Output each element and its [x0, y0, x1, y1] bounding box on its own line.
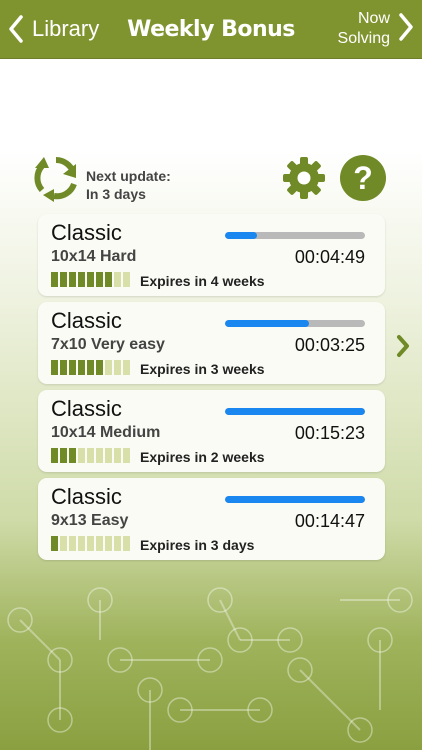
puzzle-size: 10x14 Medium	[51, 424, 161, 441]
expiry-segment	[60, 272, 67, 287]
expiry-segment	[123, 272, 130, 287]
now-solving-button[interactable]: Now Solving	[338, 0, 414, 58]
puzzle-card[interactable]: Classic 10x14 Medium 00:15:23 Expires in…	[38, 390, 385, 472]
puzzle-time: 00:15:23	[294, 423, 365, 443]
back-button[interactable]: Library	[8, 0, 99, 58]
puzzle-card[interactable]: Classic 9x13 Easy 00:14:47 Expires in 3 …	[38, 478, 385, 560]
expiry-segment	[105, 360, 112, 375]
now-solving-label-line1: Now	[357, 10, 390, 27]
progress-fill	[225, 320, 309, 327]
svg-text:?: ?	[353, 160, 373, 196]
expiry-segment	[123, 448, 130, 463]
expiry-segment	[51, 272, 58, 287]
back-button-label: Library	[32, 16, 100, 41]
refresh-icon	[32, 154, 80, 202]
puzzle-name: Classic	[51, 396, 122, 421]
puzzle-time: 00:14:47	[294, 511, 365, 531]
expiry-segment	[96, 360, 103, 375]
expiry-indicator	[51, 536, 132, 551]
expiry-segment	[96, 536, 103, 551]
expiry-segment	[51, 448, 58, 463]
gear-icon[interactable]	[280, 154, 328, 202]
puzzle-list: Classic 10x14 Hard 00:04:49 Expires in 4…	[38, 214, 385, 566]
puzzle-name: Classic	[51, 220, 122, 245]
navigation-bar: Library Weekly Bonus Now Solving	[0, 0, 422, 59]
expiry-segment	[60, 536, 67, 551]
puzzle-name: Classic	[51, 308, 122, 333]
expires-text: Expires in 2 weeks	[140, 449, 265, 465]
decorative-puzzle-pattern	[7, 587, 413, 750]
expires-text: Expires in 3 weeks	[140, 361, 265, 377]
expiry-indicator	[51, 272, 132, 287]
progress-fill	[225, 496, 365, 503]
expiry-segment	[114, 360, 121, 375]
puzzle-name: Classic	[51, 484, 122, 509]
expiry-segment	[78, 536, 85, 551]
now-solving-label: Now Solving	[338, 9, 390, 49]
expiry-segment	[105, 448, 112, 463]
expiry-segment	[87, 536, 94, 551]
expiry-segment	[114, 272, 121, 287]
progress-fill	[225, 232, 258, 239]
expiry-segment	[114, 448, 121, 463]
expiry-segment	[60, 448, 67, 463]
expiry-segment	[60, 360, 67, 375]
help-button[interactable]: ?	[339, 154, 387, 202]
puzzle-time: 00:04:49	[294, 247, 365, 267]
next-update-value: In 3 days	[86, 186, 146, 202]
now-solving-label-line2: Solving	[337, 30, 390, 47]
expires-text: Expires in 4 weeks	[140, 273, 265, 289]
expiry-segment	[69, 360, 76, 375]
progress-fill	[225, 408, 365, 415]
next-update-text: Next update: In 3 days	[86, 167, 171, 203]
expiry-segment	[51, 360, 58, 375]
expiry-segment	[78, 448, 85, 463]
chevron-right-icon[interactable]	[395, 334, 411, 358]
expiry-segment	[105, 272, 112, 287]
expiry-segment	[105, 536, 112, 551]
progress-bar	[225, 408, 365, 415]
puzzle-size: 9x13 Easy	[51, 512, 129, 529]
puzzle-card[interactable]: Classic 10x14 Hard 00:04:49 Expires in 4…	[38, 214, 385, 296]
chevron-right-icon	[398, 12, 414, 46]
expires-text: Expires in 3 days	[140, 537, 255, 553]
puzzle-card[interactable]: Classic 7x10 Very easy 00:03:25 Expires …	[38, 302, 385, 384]
expiry-segment	[96, 448, 103, 463]
expiry-segment	[87, 272, 94, 287]
expiry-segment	[114, 536, 121, 551]
expiry-segment	[69, 536, 76, 551]
expiry-segment	[78, 272, 85, 287]
expiry-indicator	[51, 360, 132, 375]
next-update-label: Next update:	[86, 168, 171, 184]
info-row: Next update: In 3 days ?	[0, 150, 422, 206]
puzzle-size: 7x10 Very easy	[51, 336, 165, 353]
expiry-segment	[123, 360, 130, 375]
expiry-segment	[69, 272, 76, 287]
expiry-segment	[123, 536, 130, 551]
question-icon: ?	[340, 155, 386, 201]
expiry-indicator	[51, 448, 132, 463]
progress-bar	[225, 496, 365, 503]
progress-bar	[225, 320, 365, 327]
chevron-left-icon	[8, 15, 24, 43]
puzzle-size: 10x14 Hard	[51, 248, 137, 265]
puzzle-time: 00:03:25	[294, 335, 365, 355]
expiry-segment	[78, 360, 85, 375]
expiry-segment	[87, 448, 94, 463]
expiry-segment	[51, 536, 58, 551]
expiry-segment	[96, 272, 103, 287]
expiry-segment	[69, 448, 76, 463]
expiry-segment	[87, 360, 94, 375]
progress-bar	[225, 232, 365, 239]
